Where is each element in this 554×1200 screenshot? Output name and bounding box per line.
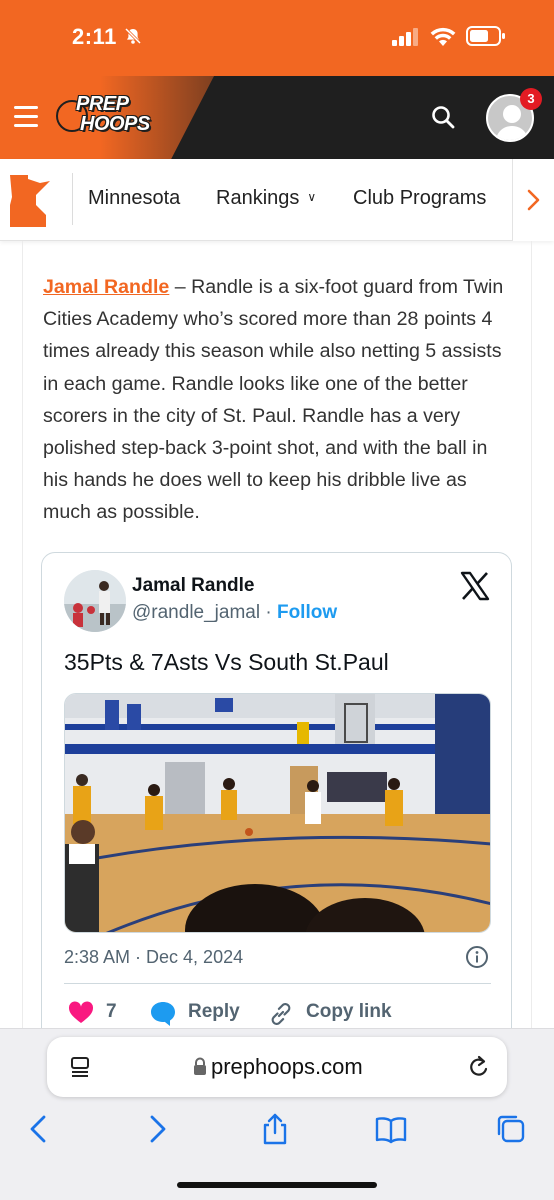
tweet-author-handle[interactable]: @randle_jamal — [132, 602, 260, 623]
logo-text-hoops: HOOPS — [80, 113, 150, 135]
nav-club-programs[interactable]: Club Programs — [353, 187, 486, 210]
tweet-actions: 7 Reply Copy link — [64, 999, 491, 1029]
nav-minnesota[interactable]: Minnesota — [88, 187, 180, 210]
tweet-video[interactable] — [64, 693, 491, 933]
tweet-author-name[interactable]: Jamal Randle — [132, 575, 255, 597]
like-count: 7 — [106, 1001, 117, 1022]
address-bar[interactable]: prephoops.com — [47, 1037, 507, 1097]
article-paragraph: Jamal Randle – Randle is a six-foot guar… — [43, 271, 513, 529]
basketball-game-image — [65, 694, 490, 932]
minnesota-map-icon[interactable] — [10, 175, 52, 227]
search-icon[interactable] — [430, 104, 456, 130]
state-nav: Minnesota Rankings ∨ Club Programs — [0, 159, 554, 241]
copy-link-button[interactable]: Copy link — [268, 999, 408, 1027]
bookmarks-icon[interactable] — [374, 1112, 408, 1146]
chevron-right-icon — [527, 189, 540, 211]
battery-icon — [466, 26, 505, 46]
x-logo-icon[interactable] — [460, 571, 490, 601]
tweet-handle-row: @randle_jamal · Follow — [132, 602, 337, 624]
notification-badge: 3 — [520, 88, 542, 110]
info-icon[interactable] — [465, 945, 489, 969]
tweet-timestamp[interactable]: 2:38 AM · Dec 4, 2024 — [64, 947, 243, 968]
tweet-text: 35Pts & 7Asts Vs South St.Paul — [64, 649, 389, 675]
prep-hoops-logo[interactable]: PREP HOOPS — [56, 94, 160, 142]
tabs-icon[interactable] — [494, 1112, 528, 1146]
status-bar: 2:11 — [0, 0, 554, 76]
reload-icon[interactable] — [467, 1054, 491, 1080]
logo-text-prep: PREP — [76, 93, 129, 115]
status-time: 2:11 — [72, 24, 117, 49]
reply-bubble-icon — [151, 1002, 175, 1026]
forward-icon[interactable] — [140, 1112, 174, 1146]
url-text[interactable]: prephoops.com — [211, 1054, 363, 1080]
chevron-down-icon: ∨ — [307, 190, 317, 204]
reply-button[interactable]: Reply — [150, 999, 260, 1027]
back-icon[interactable] — [22, 1112, 56, 1146]
nav-scroll-right-button[interactable] — [512, 159, 554, 241]
tweet-author-avatar[interactable] — [64, 570, 126, 632]
link-icon — [271, 1003, 291, 1025]
follow-button[interactable]: Follow — [277, 602, 337, 623]
handle-separator: · — [260, 602, 277, 623]
nav-rankings[interactable]: Rankings ∨ — [216, 187, 316, 210]
lock-icon — [194, 1057, 206, 1075]
cellular-signal-icon — [392, 28, 418, 46]
menu-icon[interactable] — [14, 106, 38, 128]
paragraph-text: – Randle is a six-foot guard from Twin C… — [43, 276, 504, 524]
player-link[interactable]: Jamal Randle — [43, 276, 169, 298]
wifi-icon — [430, 27, 456, 46]
heart-icon — [68, 1001, 94, 1023]
copy-link-label: Copy link — [306, 1001, 392, 1022]
site-header: PREP HOOPS — [0, 76, 554, 159]
share-icon[interactable] — [258, 1112, 292, 1146]
nav-rankings-label: Rankings — [216, 187, 300, 209]
home-indicator — [177, 1182, 377, 1188]
embedded-tweet[interactable]: Jamal Randle @randle_jamal · Follow 35Pt… — [41, 552, 512, 1072]
bell-slash-icon — [124, 27, 142, 45]
page-menu-icon[interactable] — [69, 1055, 93, 1079]
reply-label: Reply — [188, 1001, 240, 1022]
